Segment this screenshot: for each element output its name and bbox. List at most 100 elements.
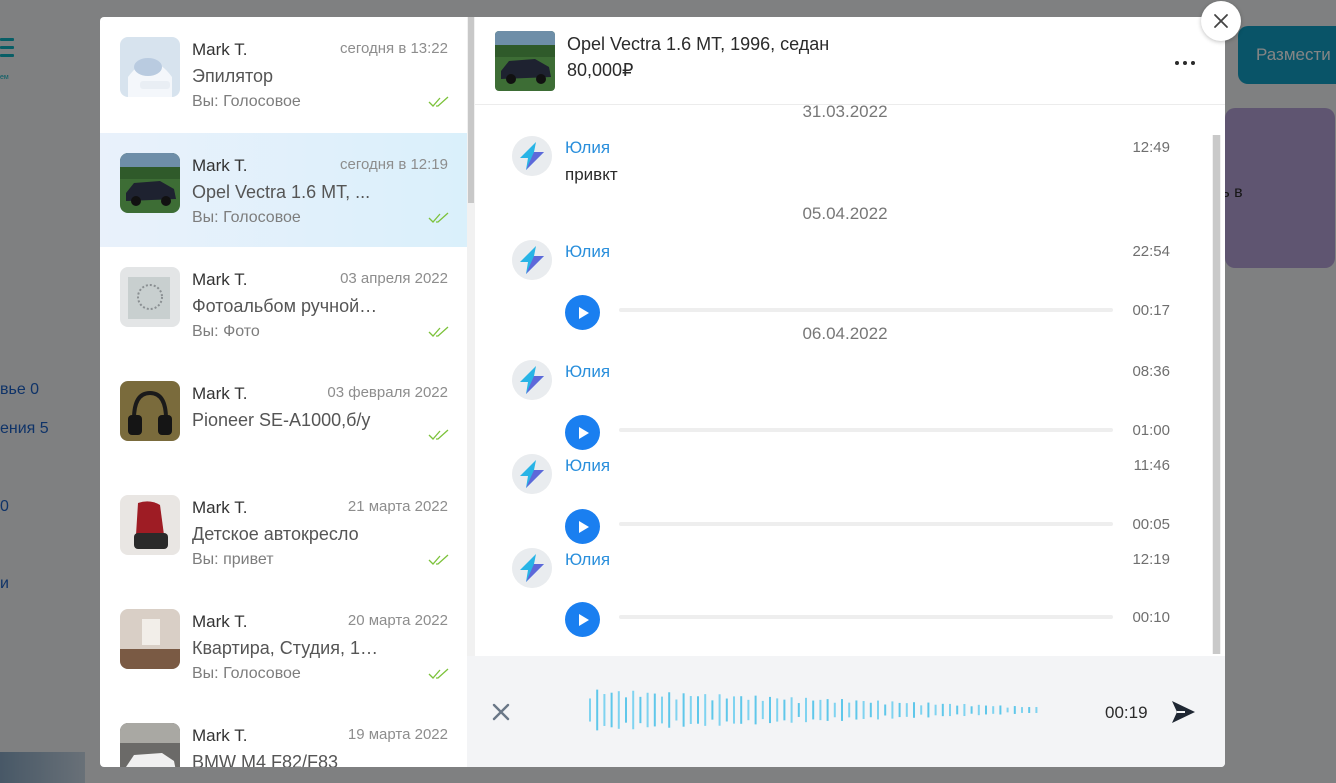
waveform-bar: [898, 702, 901, 718]
conversation-preview: Вы: Фото: [192, 323, 260, 340]
conversation-item[interactable]: Mark T. сегодня в 13:22 Эпилятор Вы: Гол…: [100, 17, 467, 131]
audio-waveform: [589, 689, 1038, 731]
waveform-bar: [682, 693, 685, 727]
double-check-icon: [428, 429, 449, 440]
conversation-item[interactable]: Mark T. 19 марта 2022 BMW M4 F82/F83: [100, 703, 467, 767]
listing-photo[interactable]: [495, 31, 555, 91]
waveform-bar: [754, 695, 757, 725]
waveform-bar: [805, 697, 807, 723]
conversation-list: Mark T. сегодня в 13:22 Эпилятор Вы: Гол…: [100, 17, 467, 767]
conversation-preview: Вы: Голосовое: [192, 665, 301, 682]
author-avatar: [512, 360, 552, 400]
waveform-bar: [1021, 707, 1023, 713]
play-icon: [579, 520, 589, 533]
waveform-bar: [797, 703, 800, 717]
waveform-bar: [689, 696, 692, 724]
recording-time: 00:19: [1105, 703, 1148, 722]
waveform-bar: [999, 705, 1002, 715]
conversation-date: сегодня в 12:19: [340, 156, 448, 173]
message-author: Юлия: [565, 456, 611, 475]
message-time: 22:54: [1132, 243, 1170, 260]
audio-progress-track[interactable]: [619, 522, 1113, 526]
conversation-title: Pioneer SE-A1000,б/у: [192, 410, 371, 430]
conversation-item[interactable]: Mark T. 03 апреля 2022 Фотоальбом ручной…: [100, 247, 467, 361]
audio-progress-track[interactable]: [619, 428, 1113, 432]
author-avatar: [512, 548, 552, 588]
waveform-bar: [625, 697, 627, 723]
send-icon[interactable]: [1169, 698, 1197, 726]
waveform-bar: [826, 699, 829, 721]
message-author: Юлия: [565, 362, 611, 381]
conversation-title: Opel Vectra 1.6 MT, ...: [192, 182, 371, 202]
conversation-date: 21 марта 2022: [347, 498, 448, 515]
waveform-bar: [941, 703, 944, 717]
conversation-preview: Вы: Голосовое: [192, 93, 301, 110]
waveform-bar: [761, 700, 764, 720]
message-scroll-thumb[interactable]: [1213, 135, 1220, 654]
waveform-bar: [833, 702, 836, 718]
album-photo: [120, 267, 180, 327]
close-button[interactable]: [1201, 1, 1241, 41]
waveform-bar: [869, 702, 872, 718]
audio-progress-track[interactable]: [619, 308, 1113, 312]
waveform-bar: [891, 701, 894, 719]
play-button[interactable]: [565, 509, 600, 544]
conversation-item[interactable]: Mark T. 20 марта 2022 Квартира, Студия, …: [100, 589, 467, 703]
headphones-photo: [120, 381, 180, 441]
bmw-photo: [120, 723, 180, 767]
waveform-bar: [617, 691, 620, 729]
message-time: 08:36: [1132, 363, 1170, 380]
play-button[interactable]: [565, 415, 600, 450]
waveform-bar: [970, 706, 973, 714]
message-area: 31.03.2022 Юлия 12:49 привкт 05.04.2022 …: [475, 105, 1225, 656]
waveform-bar: [956, 705, 959, 715]
waveform-bar: [733, 696, 735, 724]
waveform-bar: [675, 699, 678, 721]
listing-title[interactable]: Opel Vectra 1.6 MT, 1996, седан: [567, 34, 829, 55]
conversation-date: 03 апреля 2022: [340, 270, 448, 287]
conversation-item[interactable]: Mark T. 21 марта 2022 Детское автокресло…: [100, 475, 467, 589]
audio-duration: 00:10: [1132, 609, 1170, 626]
waveform-bar: [697, 696, 699, 724]
waveform-bar: [992, 706, 995, 714]
conversation-title: Квартира, Студия, 17...: [192, 638, 382, 658]
conversation-preview: Вы: Голосовое: [192, 209, 301, 226]
conversation-date: 20 марта 2022: [347, 612, 448, 629]
conversation-name: Mark T.: [192, 40, 248, 59]
waveform-bar: [812, 700, 815, 720]
message-time: 12:49: [1132, 139, 1170, 156]
cancel-recording-icon[interactable]: [491, 702, 511, 722]
audio-duration: 01:00: [1132, 422, 1170, 439]
waveform-bar: [610, 692, 613, 728]
more-options-icon[interactable]: [1175, 53, 1203, 73]
conversation-date: сегодня в 13:22: [340, 40, 448, 57]
message-author: Юлия: [565, 550, 611, 569]
waveform-bar: [653, 693, 656, 727]
audio-progress-track[interactable]: [619, 615, 1113, 619]
waveform-bar: [877, 700, 879, 720]
conversation-item[interactable]: Mark T. 03 февраля 2022 Pioneer SE-A1000…: [100, 361, 467, 475]
play-button[interactable]: [565, 602, 600, 637]
author-avatar: [512, 240, 552, 280]
waveform-bar: [740, 696, 743, 724]
chat-modal: Mark T. сегодня в 13:22 Эпилятор Вы: Гол…: [100, 17, 1225, 767]
waveform-bar: [1035, 707, 1038, 713]
conversation-preview: Вы: привет: [192, 551, 274, 568]
message-author: Юлия: [565, 242, 611, 261]
conversation-list-scroll-thumb[interactable]: [468, 17, 474, 203]
message-time: 12:19: [1132, 551, 1170, 568]
play-icon: [579, 613, 589, 626]
conversation-title: Эпилятор: [192, 66, 274, 86]
waveform-bar: [790, 697, 793, 723]
waveform-bar: [725, 698, 728, 722]
waveform-bar: [704, 694, 707, 726]
conversation-item-active[interactable]: Mark T. сегодня в 12:19 Opel Vectra 1.6 …: [100, 133, 467, 247]
waveform-bar: [920, 705, 923, 715]
waveform-bar: [589, 698, 591, 722]
car-photo: [120, 153, 180, 213]
waveform-bar: [783, 699, 786, 721]
waveform-bar: [977, 704, 980, 716]
conversation-date: 03 февраля 2022: [327, 384, 448, 401]
waveform-bar: [905, 703, 908, 717]
waveform-bar: [776, 698, 779, 722]
